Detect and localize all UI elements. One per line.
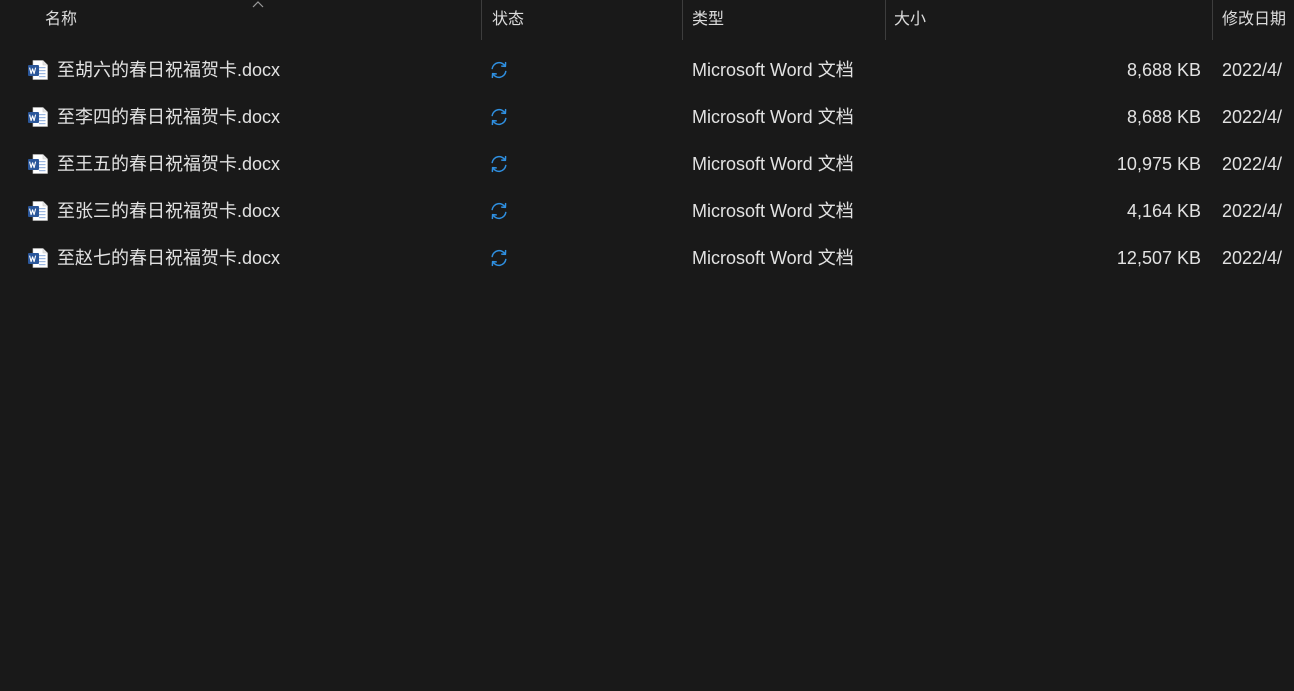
file-size: 10,975 KB [1116,154,1201,174]
sync-pending-icon [488,200,510,222]
file-modified-date: 2022/4/ [1222,107,1283,127]
file-row[interactable]: 至赵七的春日祝福贺卡.docx Microsoft Word 文档 12,507… [0,235,1294,282]
file-modified-date: 2022/4/ [1222,154,1283,174]
file-size: 12,507 KB [1116,248,1201,268]
file-list-view: 名称 状态 类型 大小 修改日期 至胡六的春日祝福贺卡.docx Microso… [0,0,1294,691]
sync-pending-icon [488,247,510,269]
file-rows: 至胡六的春日祝福贺卡.docx Microsoft Word 文档 8,688 … [0,47,1294,282]
column-header-status[interactable]: 状态 [482,0,682,40]
word-document-icon [27,59,49,81]
file-row[interactable]: 至王五的春日祝福贺卡.docx Microsoft Word 文档 10,975… [0,141,1294,188]
file-type: Microsoft Word 文档 [692,107,854,127]
file-modified-date: 2022/4/ [1222,248,1283,268]
sync-pending-icon [488,106,510,128]
file-name[interactable]: 至李四的春日祝福贺卡.docx [57,94,280,141]
column-header-name-label: 名称 [45,11,78,28]
file-row[interactable]: 至李四的春日祝福贺卡.docx Microsoft Word 文档 8,688 … [0,94,1294,141]
file-row[interactable]: 至张三的春日祝福贺卡.docx Microsoft Word 文档 4,164 … [0,188,1294,235]
file-row[interactable]: 至胡六的春日祝福贺卡.docx Microsoft Word 文档 8,688 … [0,47,1294,94]
file-type: Microsoft Word 文档 [692,154,854,174]
file-size: 8,688 KB [1126,60,1201,80]
file-name[interactable]: 至胡六的春日祝福贺卡.docx [57,47,280,94]
column-header-size[interactable]: 大小 [886,0,1212,40]
file-name[interactable]: 至张三的春日祝福贺卡.docx [57,188,280,235]
file-name[interactable]: 至赵七的春日祝福贺卡.docx [57,235,280,282]
file-size: 8,688 KB [1126,107,1201,127]
column-header-modified-label: 修改日期 [1222,11,1287,28]
file-type: Microsoft Word 文档 [692,201,854,221]
column-header-bar: 名称 状态 类型 大小 修改日期 [0,0,1294,40]
column-header-type[interactable]: 类型 [683,0,885,40]
file-type: Microsoft Word 文档 [692,248,854,268]
sort-ascending-icon [252,1,264,8]
file-modified-date: 2022/4/ [1222,60,1283,80]
word-document-icon [27,247,49,269]
file-modified-date: 2022/4/ [1222,201,1283,221]
column-header-modified[interactable]: 修改日期 [1213,0,1294,40]
word-document-icon [27,153,49,175]
column-header-size-label: 大小 [894,11,927,28]
word-document-icon [27,200,49,222]
file-type: Microsoft Word 文档 [692,60,854,80]
file-name[interactable]: 至王五的春日祝福贺卡.docx [57,141,280,188]
sync-pending-icon [488,59,510,81]
column-header-name[interactable]: 名称 [0,0,481,40]
column-header-type-label: 类型 [692,11,725,28]
file-size: 4,164 KB [1126,201,1201,221]
column-header-status-label: 状态 [492,11,525,28]
sync-pending-icon [488,153,510,175]
word-document-icon [27,106,49,128]
